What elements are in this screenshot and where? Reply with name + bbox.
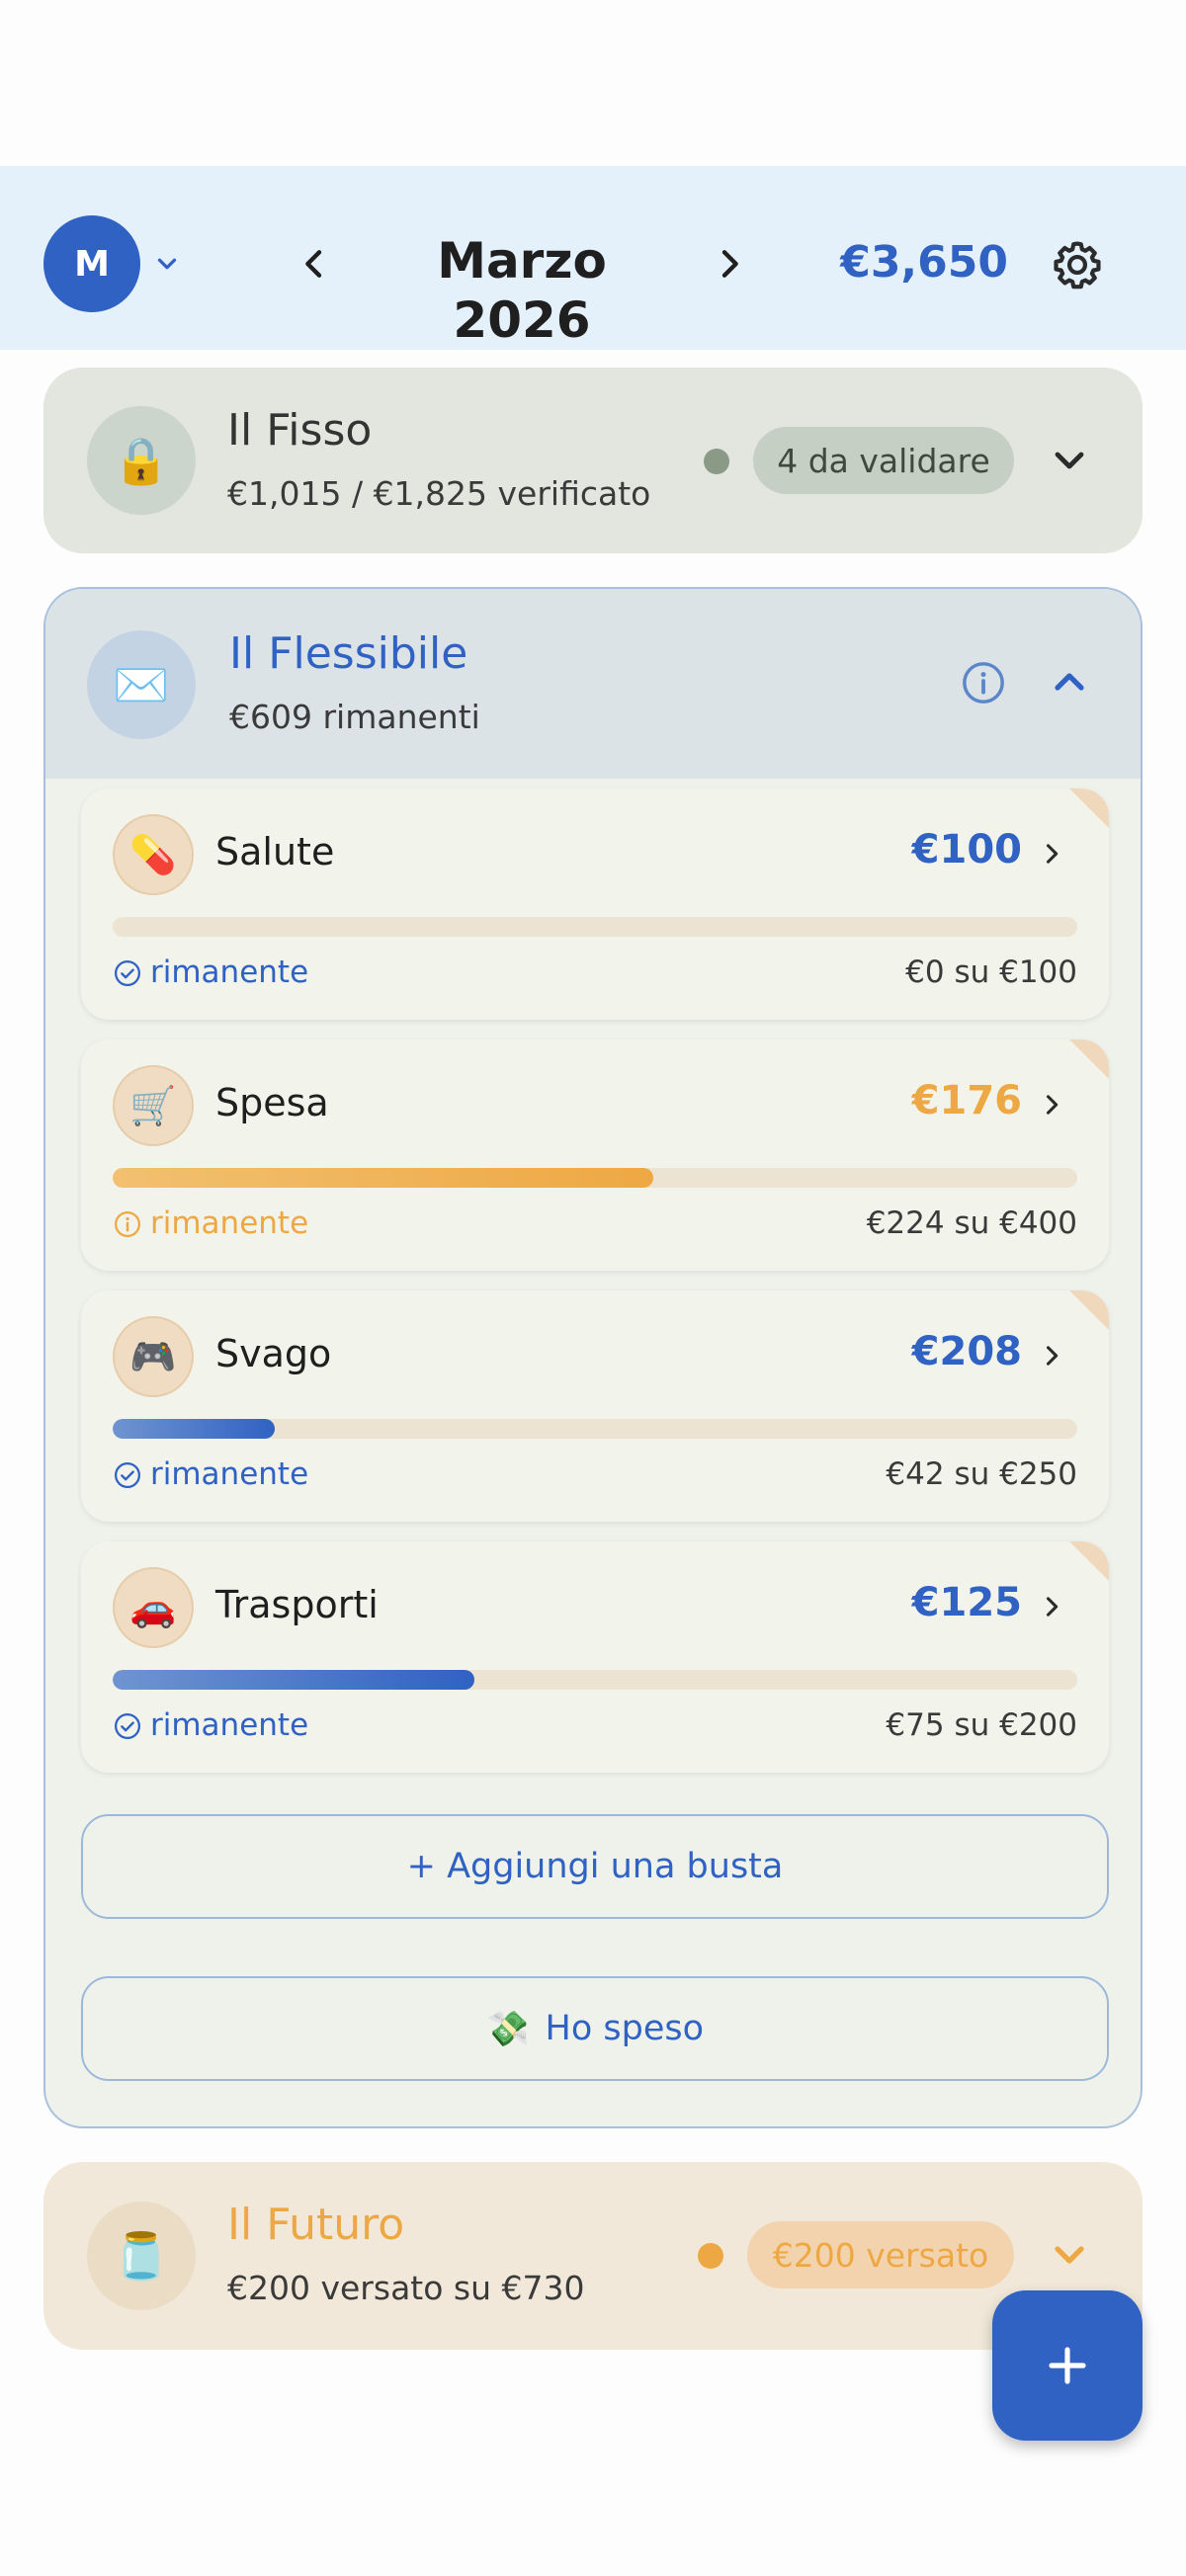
info-icon (115, 1210, 140, 1237)
chevron-left-icon[interactable] (295, 241, 334, 287)
progress-bar (113, 1670, 1077, 1690)
status-label: rimanente (150, 1707, 309, 1743)
check-circle-icon (115, 1461, 140, 1488)
envelope-name: Salute (215, 830, 335, 873)
spent-button[interactable]: 💸 Ho speso (81, 1976, 1109, 2081)
progress-bar (113, 1168, 1077, 1188)
envelope-usage: €224 su €400 (866, 1205, 1077, 1241)
futuro-section[interactable]: 🫙 Il Futuro €200 versato su €730 €200 ve… (43, 2162, 1143, 2350)
envelope-amount: €176 (911, 1078, 1022, 1123)
check-circle-icon (115, 1712, 140, 1739)
chevron-right-icon[interactable] (1038, 840, 1065, 868)
envelope-status: rimanente (113, 1205, 308, 1242)
corner-marker (1069, 789, 1109, 828)
add-envelope-label: + Aggiungi una busta (406, 1847, 784, 1886)
info-icon[interactable] (961, 660, 1006, 706)
chevron-right-icon[interactable] (1038, 1091, 1065, 1119)
envelope-status: rimanente (113, 1707, 308, 1744)
flessibile-header[interactable]: ✉️ Il Flessibile €609 rimanenti (45, 589, 1141, 779)
chevron-down-icon[interactable] (1046, 437, 1093, 484)
app-header: M Marzo 2026 €3,650 (0, 166, 1186, 350)
envelope-usage: €0 su €100 (905, 955, 1077, 990)
envelope-usage: €42 su €250 (886, 1456, 1077, 1492)
chevron-down-icon[interactable] (1046, 2231, 1093, 2279)
chevron-right-icon[interactable] (1038, 1342, 1065, 1370)
progress-fill (113, 1419, 275, 1439)
month-title: Marzo 2026 (437, 232, 607, 349)
status-label: rimanente (150, 1205, 309, 1241)
flessibile-section: ✉️ Il Flessibile €609 rimanenti 💊 Salute… (43, 587, 1143, 2128)
progress-fill (113, 1670, 474, 1690)
spent-label: Ho speso (545, 2009, 705, 2048)
envelope-name: Trasporti (215, 1583, 379, 1626)
futuro-title: Il Futuro (227, 2200, 405, 2250)
status-label: rimanente (150, 1456, 309, 1492)
status-badge: €200 versato (747, 2221, 1014, 2288)
chevron-right-icon[interactable] (710, 241, 749, 287)
add-fab-button[interactable] (992, 2290, 1143, 2441)
corner-marker (1069, 1541, 1109, 1581)
progress-bar (113, 1419, 1077, 1439)
fisso-title: Il Fisso (227, 405, 373, 456)
jar-icon: 🫙 (87, 2202, 196, 2310)
envelope-status: rimanente (113, 955, 308, 991)
total-amount: €3,650 (840, 237, 1008, 288)
status-badge: 4 da validare (753, 427, 1014, 494)
progress-fill (113, 1168, 653, 1188)
status-dot (704, 449, 729, 474)
chevron-up-icon[interactable] (1046, 658, 1093, 706)
envelope-name: Svago (215, 1332, 332, 1375)
corner-marker (1069, 1290, 1109, 1330)
envelope-card-svago[interactable]: 🎮 Svago €208 rimanente €42 su €250 (81, 1290, 1109, 1522)
chevron-down-icon[interactable] (152, 249, 182, 279)
fisso-section[interactable]: 🔒 Il Fisso €1,015 / €1,825 verificato 4 … (43, 368, 1143, 553)
flessibile-subtitle: €609 rimanenti (229, 698, 480, 736)
envelope-amount: €208 (911, 1329, 1022, 1374)
gear-icon[interactable] (1050, 237, 1105, 292)
envelope-icon: ✉️ (87, 630, 196, 739)
envelope-name: Spesa (215, 1081, 329, 1124)
lock-icon: 🔒 (87, 406, 196, 515)
plus-icon (1049, 2347, 1086, 2384)
car-icon: 🚗 (113, 1567, 194, 1648)
corner-marker (1069, 1039, 1109, 1079)
progress-bar (113, 917, 1077, 937)
pill-icon: 💊 (113, 814, 194, 895)
envelope-card-trasporti[interactable]: 🚗 Trasporti €125 rimanente €75 su €200 (81, 1541, 1109, 1773)
envelope-amount: €100 (911, 827, 1022, 873)
status-dot (698, 2243, 723, 2269)
gamepad-icon: 🎮 (113, 1316, 194, 1397)
envelope-usage: €75 su €200 (886, 1707, 1077, 1743)
status-label: rimanente (150, 955, 309, 990)
cart-icon: 🛒 (113, 1065, 194, 1146)
chevron-right-icon[interactable] (1038, 1593, 1065, 1620)
futuro-subtitle: €200 versato su €730 (227, 2269, 585, 2307)
flessibile-title: Il Flessibile (229, 628, 468, 679)
envelope-card-spesa[interactable]: 🛒 Spesa €176 rimanente €224 su €400 (81, 1039, 1109, 1271)
money-icon: 💸 (485, 2009, 530, 2049)
envelope-status: rimanente (113, 1456, 308, 1493)
avatar[interactable]: M (43, 215, 140, 312)
add-envelope-button[interactable]: + Aggiungi una busta (81, 1814, 1109, 1919)
envelope-card-salute[interactable]: 💊 Salute €100 rimanente €0 su €100 (81, 789, 1109, 1020)
fisso-subtitle: €1,015 / €1,825 verificato (227, 474, 651, 513)
check-circle-icon (115, 959, 140, 986)
envelope-amount: €125 (911, 1580, 1022, 1625)
